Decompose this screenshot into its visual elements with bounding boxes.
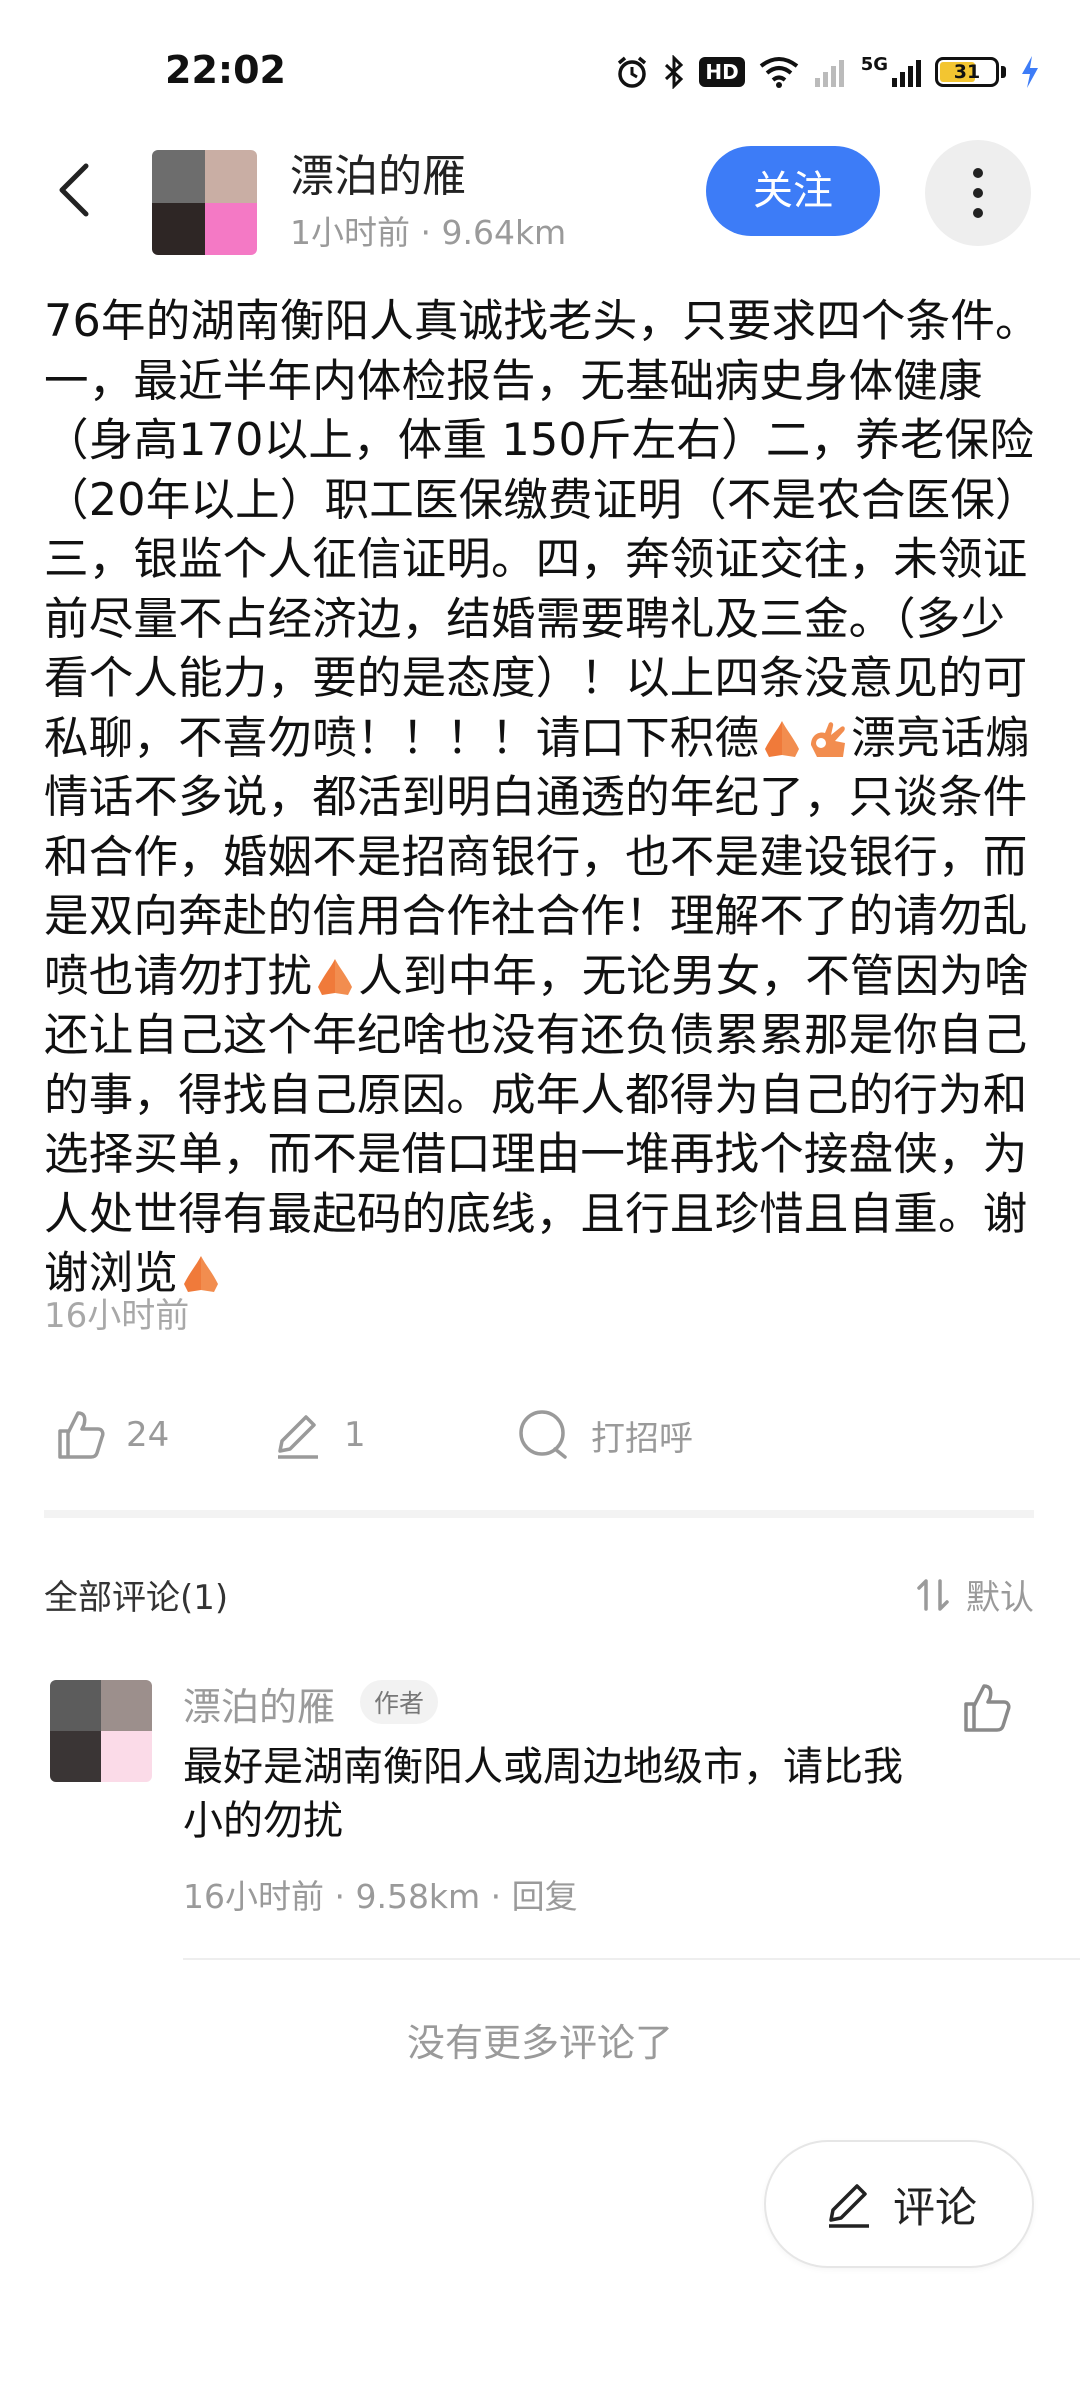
comment-count: 1: [344, 1415, 366, 1455]
signal-icon: [814, 60, 844, 87]
user-meta: 1小时前 · 9.64km: [290, 213, 567, 252]
write-comment-button[interactable]: 评论: [764, 2140, 1034, 2268]
follow-button[interactable]: 关注: [706, 146, 880, 236]
post-time: 16小时前: [44, 1296, 190, 1336]
battery-icon: 31: [935, 57, 999, 87]
chat-bubble-icon: [519, 1410, 567, 1459]
battery-level: 31: [953, 61, 981, 83]
hd-icon: HD: [699, 57, 745, 87]
comment-text: 最好是湖南衡阳人或周边地级市，请比我小的勿扰: [183, 1744, 903, 1844]
comment-count-button[interactable]: 1: [270, 1400, 366, 1470]
back-button[interactable]: [50, 160, 100, 220]
status-time: 22:02: [165, 48, 286, 92]
author-badge: 作者: [360, 1680, 439, 1724]
alarm-icon: [618, 56, 647, 88]
sort-button[interactable]: 默认: [916, 1570, 1034, 1619]
praying-hands-icon: [765, 720, 800, 757]
greet-button[interactable]: 打招呼: [515, 1400, 693, 1470]
comment-author-name[interactable]: 漂泊的雁: [183, 1676, 335, 1731]
like-count: 24: [126, 1415, 170, 1455]
pen-icon: [828, 2184, 869, 2228]
status-icons: HD 5G 31: [615, 50, 1040, 94]
comment-meta[interactable]: 16小时前 · 9.58km · 回复: [183, 1870, 578, 1918]
avatar[interactable]: [152, 150, 257, 255]
post-text-part-1: 76年的湖南衡阳人真诚找老头，只要求四个条件。一，最近半年内体检报告，无基础病史…: [44, 296, 1040, 764]
comment-divider: [183, 1958, 1080, 1960]
thumbs-up-icon: [58, 1411, 105, 1459]
sort-icon: [917, 1578, 949, 1611]
more-options-button[interactable]: [925, 140, 1031, 246]
like-button[interactable]: 24: [52, 1400, 169, 1470]
praying-hands-icon: [318, 958, 353, 995]
network-type-label: 5G: [860, 54, 888, 75]
post-text-part-3: 人到中年，无论男女，不管因为啥还让自己这个年纪啥也没有还负债累累那是你自己的事，…: [44, 950, 1029, 1300]
write-comment-label: 评论: [892, 2182, 977, 2232]
5g-signal-icon: 5G: [861, 56, 921, 88]
comment-avatar[interactable]: [50, 1680, 152, 1782]
comment-like-icon[interactable]: [958, 1680, 1014, 1736]
user-name[interactable]: 漂泊的雁: [290, 140, 466, 204]
sort-label: 默认: [966, 1578, 1034, 1618]
no-more-comments: 没有更多评论了: [406, 2021, 673, 2065]
ok-hand-icon: [811, 721, 846, 757]
battery-tip: [1001, 66, 1006, 78]
pen-icon: [278, 1415, 318, 1459]
post-text: 76年的湖南衡阳人真诚找老头，只要求四个条件。一，最近半年内体检报告，无基础病史…: [44, 292, 1044, 1304]
charging-icon: [1022, 56, 1038, 88]
section-divider: [44, 1510, 1034, 1518]
greet-label: 打招呼: [591, 1418, 693, 1459]
comments-title: 全部评论(1): [44, 1578, 229, 1618]
bluetooth-icon: [665, 55, 684, 89]
wifi-icon: [759, 57, 798, 88]
